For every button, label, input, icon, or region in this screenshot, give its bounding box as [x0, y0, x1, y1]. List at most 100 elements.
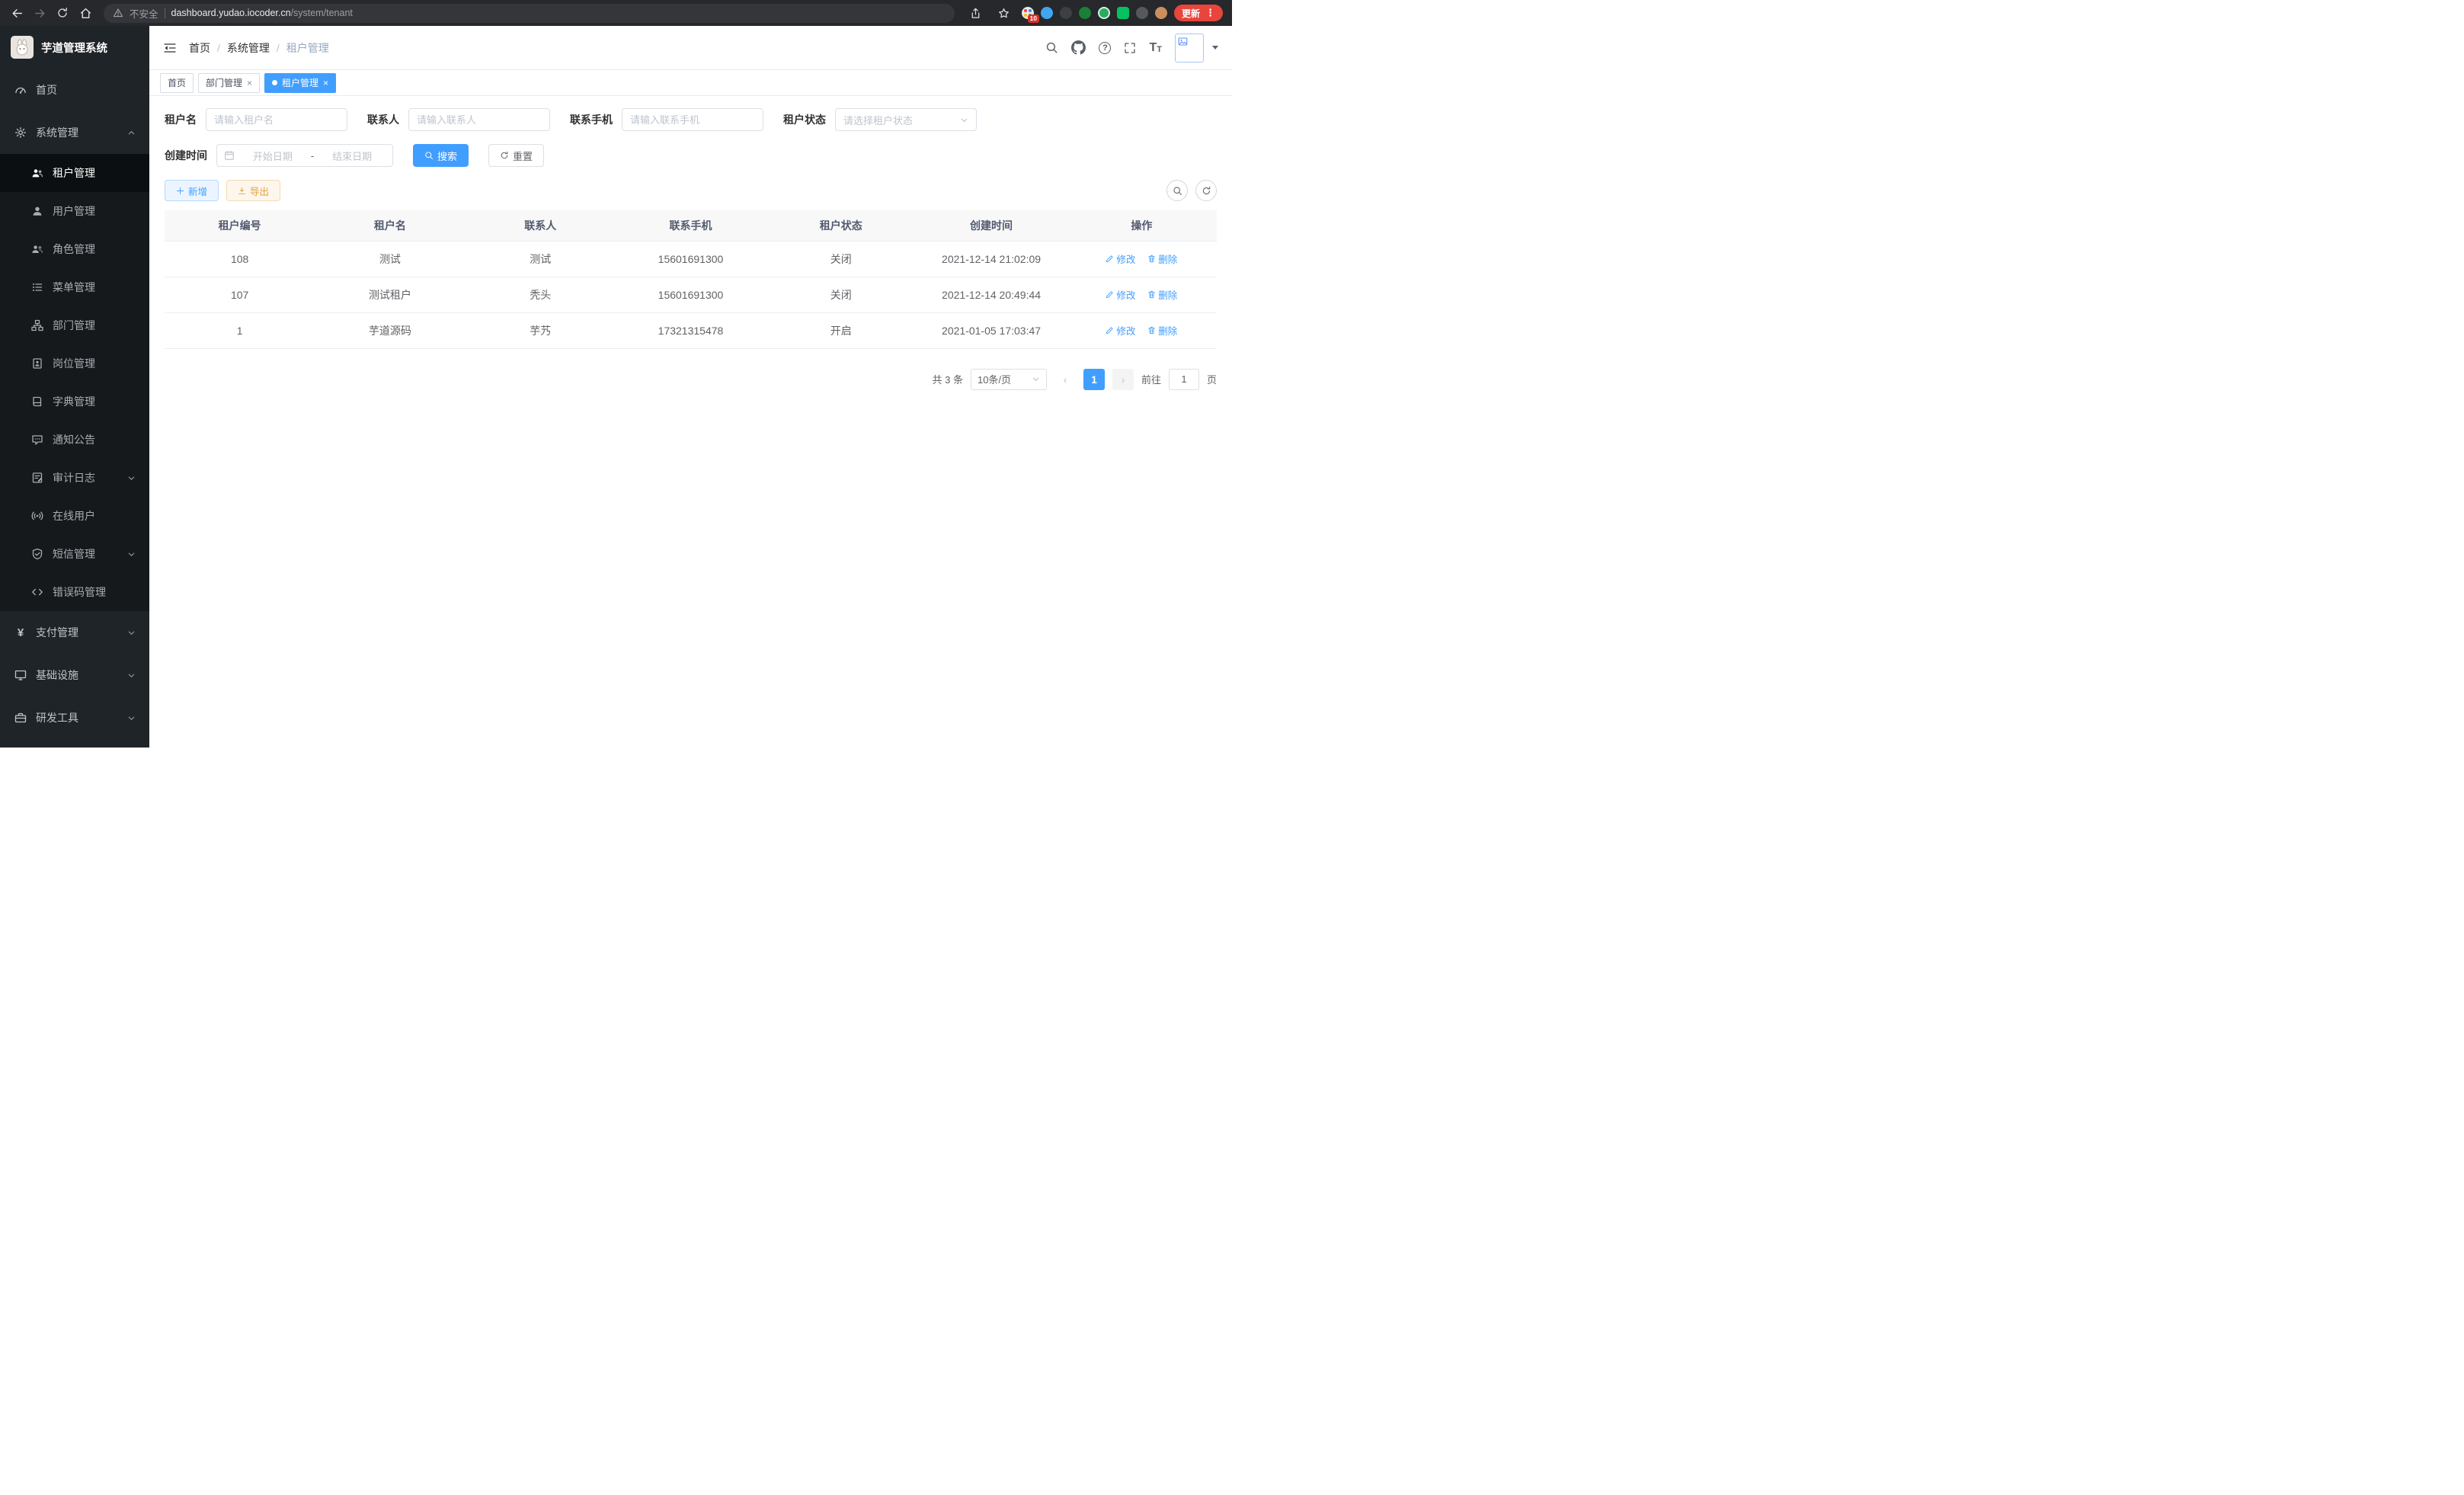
delete-link[interactable]: 删除	[1147, 251, 1177, 266]
filter-row-1: 租户名 联系人 联系手机 租户状态 请选择租户状态	[165, 108, 1217, 131]
users-icon	[30, 167, 44, 179]
sidebar-item-sms[interactable]: 短信管理	[0, 535, 149, 573]
sidebar-toggle-icon[interactable]	[163, 41, 177, 55]
filter-create-time: 创建时间 开始日期 - 结束日期	[165, 144, 393, 167]
tab-dept[interactable]: 部门管理×	[198, 73, 260, 93]
tab-home[interactable]: 首页	[160, 73, 194, 93]
sidebar-item-menu[interactable]: 菜单管理	[0, 268, 149, 306]
help-icon[interactable]: ?	[1099, 42, 1111, 54]
edit-link[interactable]: 修改	[1106, 251, 1135, 266]
extension-icon-2[interactable]	[1041, 7, 1053, 19]
sidebar-item-system[interactable]: 系统管理	[0, 111, 149, 154]
delete-link[interactable]: 删除	[1147, 287, 1177, 302]
extension-icon-6[interactable]	[1117, 7, 1129, 19]
link-label: 删除	[1158, 323, 1177, 338]
sidebar-item-error-code[interactable]: 错误码管理	[0, 573, 149, 611]
date-range-picker[interactable]: 开始日期 - 结束日期	[216, 144, 393, 167]
tenant-name-input[interactable]	[206, 108, 347, 131]
sidebar-item-dept[interactable]: 部门管理	[0, 306, 149, 344]
bookmark-star-icon[interactable]	[994, 2, 1015, 24]
share-icon[interactable]	[965, 2, 987, 24]
sidebar-item-home[interactable]: 首页	[0, 69, 149, 111]
add-button[interactable]: 新增	[165, 180, 219, 201]
app-logo[interactable]: 芋道管理系统	[0, 26, 149, 69]
table-row: 107 测试租户 秃头 15601691300 关闭 2021-12-14 20…	[165, 277, 1217, 312]
home-icon[interactable]	[75, 2, 96, 24]
sidebar-item-infra[interactable]: 基础设施	[0, 654, 149, 696]
search-button[interactable]: 搜索	[413, 144, 469, 167]
sidebar-item-role[interactable]: 角色管理	[0, 230, 149, 268]
refresh-table-icon[interactable]	[1195, 180, 1217, 201]
extension-icon-3[interactable]	[1060, 7, 1072, 19]
close-icon[interactable]: ×	[323, 78, 328, 88]
browser-menu-icon: ⋮	[1205, 7, 1215, 19]
cell-tenant-name: 测试	[315, 241, 465, 277]
cell-actions: 修改 删除	[1067, 277, 1217, 312]
goto-page-input[interactable]	[1169, 369, 1199, 390]
sidebar-item-notice[interactable]: 通知公告	[0, 421, 149, 459]
page-number-1[interactable]: 1	[1083, 369, 1105, 390]
extension-icon-5[interactable]	[1098, 7, 1110, 19]
filter-contact: 联系人	[367, 108, 550, 131]
extension-icon-8[interactable]	[1155, 7, 1167, 19]
reset-button[interactable]: 重置	[488, 144, 544, 167]
filter-row-2: 创建时间 开始日期 - 结束日期 搜索 重置	[165, 144, 1217, 167]
sidebar-item-audit-log[interactable]: 审计日志	[0, 459, 149, 497]
toggle-search-icon[interactable]	[1166, 180, 1188, 201]
url-bar[interactable]: 不安全 dashboard.yudao.iocoder.cn/system/te…	[104, 4, 955, 23]
search-icon[interactable]	[1045, 41, 1058, 54]
breadcrumb-home[interactable]: 首页	[189, 40, 210, 56]
link-label: 修改	[1116, 287, 1135, 302]
back-icon[interactable]	[6, 2, 27, 24]
next-page-button[interactable]: ›	[1112, 369, 1134, 390]
sidebar-item-tenant[interactable]: 租户管理	[0, 154, 149, 192]
col-created: 创建时间	[916, 210, 1066, 241]
sidebar-item-user[interactable]: 用户管理	[0, 192, 149, 230]
forward-icon[interactable]	[29, 2, 50, 24]
page-size-select[interactable]: 10条/页	[971, 369, 1047, 390]
button-label: 导出	[250, 184, 269, 198]
contact-input[interactable]	[408, 108, 550, 131]
list-icon	[30, 281, 44, 293]
chevron-down-icon[interactable]	[1212, 46, 1218, 50]
cell-contact: 秃头	[466, 277, 616, 312]
sidebar-item-label: 菜单管理	[53, 280, 95, 295]
status-select[interactable]: 请选择租户状态	[835, 108, 977, 131]
sidebar-item-post[interactable]: 岗位管理	[0, 344, 149, 383]
monitor-icon	[14, 669, 27, 681]
phone-input[interactable]	[622, 108, 763, 131]
security-warning-icon	[113, 8, 123, 18]
sidebar-item-online-users[interactable]: 在线用户	[0, 497, 149, 535]
extension-icon-4[interactable]	[1079, 7, 1091, 19]
trash-icon	[1147, 326, 1156, 335]
field-label: 租户名	[165, 112, 197, 127]
export-button[interactable]: 导出	[226, 180, 280, 201]
edit-link[interactable]: 修改	[1106, 323, 1135, 338]
edit-link[interactable]: 修改	[1106, 287, 1135, 302]
plus-icon	[176, 187, 184, 195]
screen: 不安全 dashboard.yudao.iocoder.cn/system/te…	[0, 0, 1232, 748]
delete-link[interactable]: 删除	[1147, 323, 1177, 338]
sidebar-item-dict[interactable]: 字典管理	[0, 383, 149, 421]
trash-icon	[1147, 255, 1156, 263]
sidebar-item-label: 审计日志	[53, 470, 95, 485]
col-contact: 联系人	[466, 210, 616, 241]
extension-icon-7[interactable]	[1136, 7, 1148, 19]
total-count: 共 3 条	[933, 372, 963, 386]
reload-icon[interactable]	[52, 2, 73, 24]
extension-icon-1[interactable]: 10	[1022, 7, 1034, 19]
sidebar-item-label: 岗位管理	[53, 356, 95, 371]
edit-icon	[1106, 255, 1114, 263]
close-icon[interactable]: ×	[247, 78, 252, 88]
tab-tenant[interactable]: 租户管理×	[264, 73, 336, 93]
fullscreen-icon[interactable]	[1124, 42, 1136, 54]
sidebar-item-devtools[interactable]: 研发工具	[0, 696, 149, 739]
sidebar-item-payment[interactable]: ¥ 支付管理	[0, 611, 149, 654]
prev-page-button[interactable]: ‹	[1054, 369, 1076, 390]
avatar[interactable]	[1175, 34, 1204, 62]
font-size-icon[interactable]: TT	[1149, 42, 1162, 54]
sidebar-item-label: 错误码管理	[53, 584, 106, 600]
github-icon[interactable]	[1071, 40, 1086, 55]
sidebar-item-label: 租户管理	[53, 165, 95, 181]
update-button[interactable]: 更新⋮	[1174, 5, 1223, 21]
